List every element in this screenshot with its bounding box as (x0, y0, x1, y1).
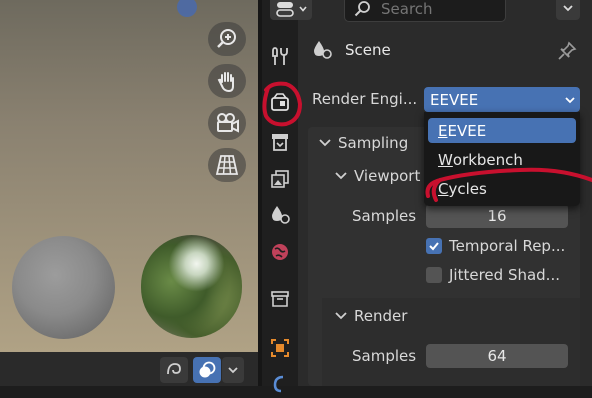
temporal-reprojection-checkbox[interactable] (426, 238, 442, 254)
tab-output[interactable] (266, 128, 294, 156)
object-icon (269, 337, 291, 359)
chevron-down-icon (227, 364, 239, 376)
tab-render[interactable] (266, 88, 294, 116)
search-icon (353, 0, 371, 18)
view-layer-icon (269, 168, 291, 190)
output-icon (269, 131, 291, 153)
context-title: Scene (345, 41, 391, 59)
option-label: orkbench (453, 151, 523, 169)
3d-viewport[interactable] (0, 0, 258, 352)
engine-option-cycles[interactable]: Cycles (428, 176, 576, 201)
chevron-down-icon (562, 2, 574, 14)
viewport-header-label: Viewport (354, 167, 420, 185)
tab-modifiers[interactable] (266, 370, 294, 398)
render-samples-label: Samples (352, 347, 416, 365)
tab-view-layer[interactable] (266, 165, 294, 193)
chevron-down-icon (298, 4, 308, 14)
tab-tool[interactable] (266, 42, 294, 70)
pan-view-button[interactable] (208, 64, 246, 98)
jittered-shadows-label: Jittered Shad... (449, 266, 560, 284)
sampling-header-label: Sampling (338, 134, 408, 152)
render-engine-value: EEVEE (430, 91, 478, 109)
search-input[interactable] (379, 0, 503, 19)
scene-icon (311, 38, 333, 60)
temporal-reprojection-label: Temporal Rep... (449, 237, 565, 255)
camera-icon (214, 111, 240, 135)
navigation-gizmo-axis[interactable] (177, 0, 197, 17)
chevron-down-icon (564, 94, 576, 106)
tool-icon (269, 45, 291, 67)
grid-perspective-icon (215, 153, 239, 177)
pin-icon[interactable] (556, 40, 578, 62)
shading-overlay-icon (197, 360, 217, 380)
render-header-label: Render (354, 307, 407, 325)
editor-type-button[interactable] (270, 0, 312, 20)
viewport-samples-label: Samples (352, 207, 416, 225)
temporal-reprojection-toggle[interactable]: Temporal Rep... (426, 237, 565, 255)
options-dropdown-button[interactable] (556, 0, 580, 20)
overlay-icon (164, 360, 184, 380)
tab-collection[interactable] (266, 285, 294, 313)
render-engine-select[interactable]: EEVEE (424, 87, 580, 112)
zoom-icon (215, 27, 239, 51)
camera-view-button[interactable] (208, 106, 246, 140)
hand-pan-icon (215, 69, 239, 93)
scene-icon (269, 203, 291, 225)
collection-icon (269, 288, 291, 310)
chevron-down-icon (334, 309, 348, 323)
render-icon (269, 91, 291, 113)
engine-option-workbench[interactable]: Workbench (428, 147, 576, 172)
option-mnemonic: C (438, 180, 448, 198)
render-engine-label: Render Engi... (312, 90, 417, 108)
chevron-down-icon (334, 169, 348, 183)
option-mnemonic: E (438, 122, 447, 140)
search-field[interactable] (344, 0, 506, 22)
properties-editor-icon (275, 0, 295, 18)
option-mnemonic: W (438, 151, 453, 169)
overlay-toggle-button[interactable] (160, 357, 188, 383)
material-preview-sphere (12, 236, 115, 339)
render-samples-field[interactable]: 64 (426, 344, 568, 368)
jittered-shadows-toggle[interactable]: Jittered Shad... (426, 266, 560, 284)
overlay-dropdown-button[interactable] (222, 357, 244, 383)
zoom-button[interactable] (208, 22, 246, 56)
viewport-samples-value: 16 (487, 207, 506, 225)
jittered-shadows-checkbox[interactable] (426, 267, 442, 283)
option-label: ycles (448, 180, 486, 198)
hdri-preview-sphere (141, 235, 242, 338)
option-label: EVEE (447, 122, 486, 140)
world-icon (269, 241, 291, 263)
chevron-down-icon (318, 136, 332, 150)
engine-option-eevee[interactable]: EEVEE (428, 118, 576, 143)
modifier-icon (269, 373, 291, 395)
perspective-toggle-button[interactable] (208, 148, 246, 182)
tab-world[interactable] (266, 238, 294, 266)
tab-scene[interactable] (266, 200, 294, 228)
xray-toggle-button[interactable] (193, 357, 221, 383)
tab-object[interactable] (266, 334, 294, 362)
render-samples-value: 64 (487, 347, 506, 365)
render-subpanel-header[interactable]: Render (322, 300, 580, 332)
checkmark-icon (428, 240, 440, 252)
viewport-samples-field[interactable]: 16 (426, 204, 568, 228)
